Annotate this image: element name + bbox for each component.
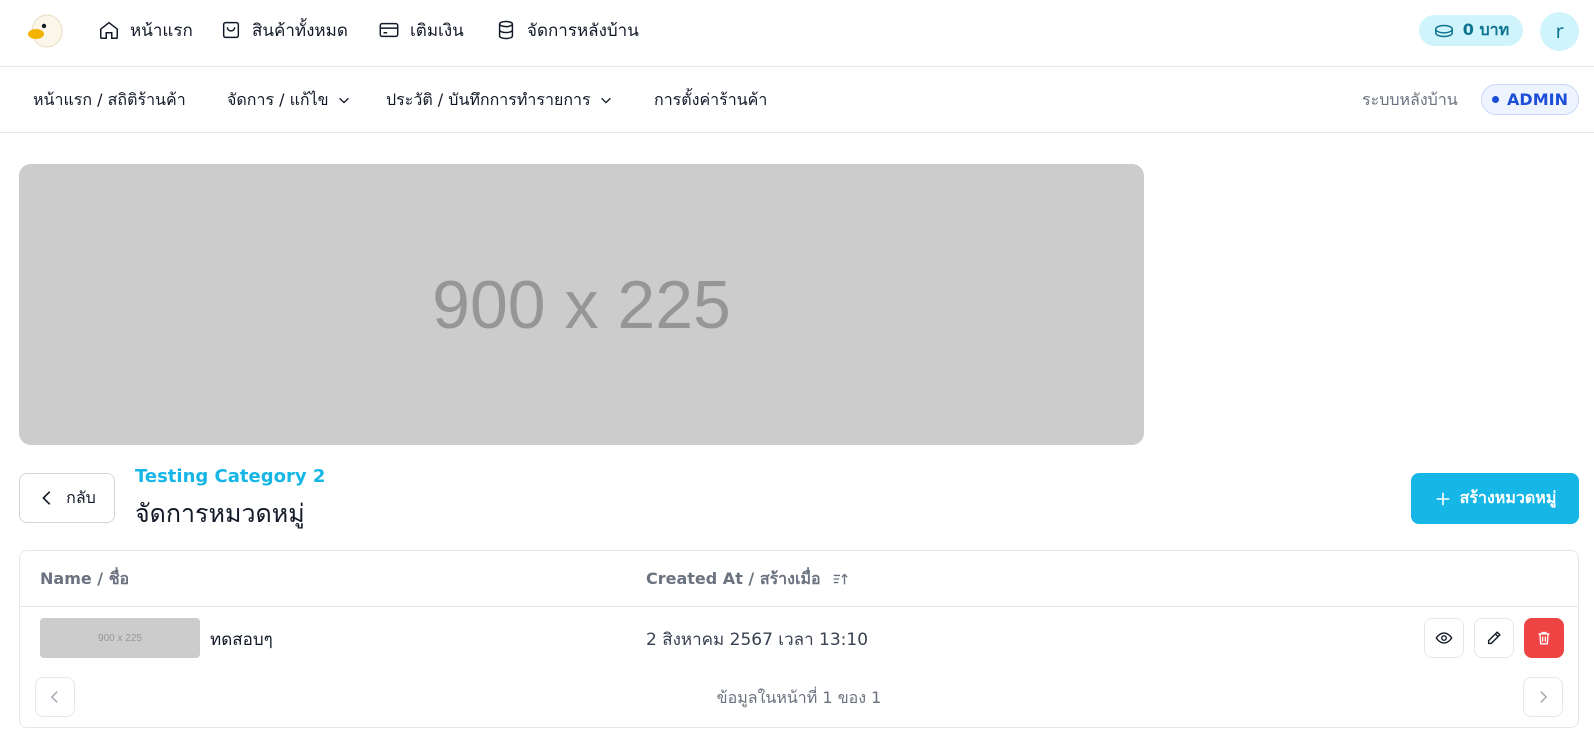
category-thumbnail: 900 x 225: [40, 618, 200, 658]
wallet-card-icon: [379, 22, 399, 38]
duck-logo-icon[interactable]: [26, 10, 66, 50]
pencil-icon: [1487, 631, 1501, 645]
home-icon: [100, 21, 118, 39]
role-badge-text: ADMIN: [1507, 90, 1568, 109]
plus-icon: [1436, 492, 1449, 505]
subnav-history[interactable]: ประวัติ / บันทึกการทำรายการ: [386, 88, 613, 112]
view-button[interactable]: [1424, 618, 1464, 658]
backend-system-label: ระบบหลังบ้าน: [1362, 89, 1458, 109]
created-at-cell: 2 สิงหาคม 2567 เวลา 13:10: [646, 630, 869, 650]
trash-icon: [1538, 631, 1550, 645]
banner-image-placeholder: 900 x 225: [19, 164, 1144, 445]
nav-home[interactable]: หน้าแรก: [98, 17, 193, 43]
chevron-left-icon: [42, 491, 51, 505]
nav-backend-label: จัดการหลังบ้าน: [527, 20, 639, 41]
column-header-name-label: Name / ชื่อ: [40, 568, 130, 588]
nav-all-products[interactable]: สินค้าทั้งหมด: [220, 17, 348, 43]
coin-icon: [1434, 24, 1453, 37]
edit-button[interactable]: [1474, 618, 1514, 658]
nav-all-products-label: สินค้าทั้งหมด: [252, 20, 348, 41]
balance-text: 0 บาท: [1462, 20, 1510, 39]
top-navbar: หน้าแรก สินค้าทั้งหมด เติมเงิน จัดการหลั…: [0, 0, 1594, 67]
delete-button[interactable]: [1524, 618, 1564, 658]
column-header-created-at-label: Created At / สร้างเมื่อ: [646, 568, 821, 588]
back-button-label: กลับ: [66, 487, 96, 507]
category-table: Name / ชื่อ Created At / สร้างเมื่อ 900 …: [19, 550, 1579, 728]
subnav-shop-settings-label: การตั้งค่าร้านค้า: [654, 89, 768, 109]
eye-icon: [1435, 632, 1453, 644]
subnav-home-stats[interactable]: หน้าแรก / สถิติร้านค้า: [33, 88, 186, 112]
status-dot: [1492, 96, 1500, 103]
pagination-info: ข้อมูลในหน้าที่ 1 ของ 1: [716, 688, 882, 707]
bag-icon: [222, 21, 240, 39]
back-button[interactable]: กลับ: [19, 473, 115, 523]
avatar[interactable]: r: [1540, 12, 1579, 51]
avatar-letter: r: [1555, 20, 1564, 43]
balance-badge[interactable]: 0 บาท: [1419, 15, 1523, 46]
admin-subnav: หน้าแรก / สถิติร้านค้า จัดการ / แก้ไข ปร…: [0, 67, 1594, 133]
nav-backend[interactable]: จัดการหลังบ้าน: [495, 17, 639, 43]
subnav-manage-edit[interactable]: จัดการ / แก้ไข: [227, 88, 351, 112]
chevron-right-icon: [1540, 691, 1548, 703]
column-header-created-at[interactable]: Created At / สร้างเมื่อ: [646, 567, 849, 591]
subnav-history-label: ประวัติ / บันทึกการทำรายการ: [386, 89, 591, 109]
role-badge: ADMIN: [1481, 84, 1579, 115]
thumbnail-placeholder-text: 900 x 225: [98, 632, 142, 644]
database-icon: [498, 20, 514, 40]
page-title: จัดการหมวดหมู่: [135, 499, 305, 528]
subnav-home-stats-label: หน้าแรก / สถิติร้านค้า: [33, 89, 186, 109]
create-category-label: สร้างหมวดหมู่: [1459, 488, 1557, 507]
nav-topup-label: เติมเงิน: [410, 20, 464, 41]
sort-ascending-icon[interactable]: [831, 570, 849, 588]
nav-home-label: หน้าแรก: [130, 20, 193, 41]
category-name-cell: ทดสอบๆ: [210, 630, 273, 650]
banner-placeholder-text: 900 x 225: [432, 266, 731, 343]
subnav-shop-settings[interactable]: การตั้งค่าร้านค้า: [654, 88, 767, 112]
category-name: Testing Category 2: [135, 466, 326, 487]
column-header-name[interactable]: Name / ชื่อ: [40, 567, 129, 591]
nav-topup[interactable]: เติมเงิน: [378, 17, 464, 43]
chevron-down-icon: [338, 97, 349, 104]
table-header-divider: [20, 606, 1578, 607]
subnav-manage-edit-label: จัดการ / แก้ไข: [227, 89, 329, 109]
next-page-button[interactable]: [1523, 677, 1563, 717]
create-category-button[interactable]: สร้างหมวดหมู่: [1411, 473, 1579, 524]
chevron-down-icon: [600, 97, 611, 104]
